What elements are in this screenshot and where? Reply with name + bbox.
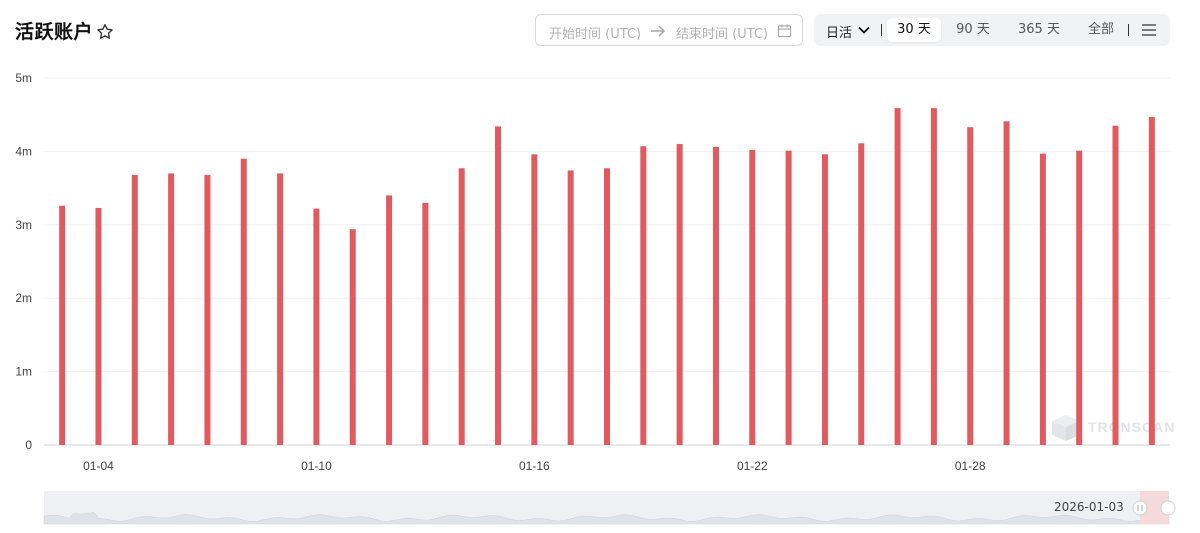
- bar-01-25[interactable]: [858, 143, 865, 446]
- x-axis-ticks: 01-04 01-10 01-16 01-22 01-28: [83, 459, 986, 473]
- bar-01-04[interactable]: [95, 207, 102, 445]
- bar-01-23[interactable]: [785, 150, 792, 445]
- x-tick-label: 01-10: [301, 459, 332, 473]
- bar-01-14[interactable]: [458, 168, 465, 446]
- bar-series: [59, 108, 1155, 446]
- bar-01-09[interactable]: [277, 173, 284, 446]
- bar-01-31[interactable]: [1076, 150, 1083, 445]
- bar-01-30[interactable]: [1039, 153, 1046, 446]
- bar-02-02[interactable]: [1148, 116, 1155, 445]
- bar-chart: 0 1m 2m 3m 4m 5m TRONSCAN 01-04 01-10 01-16 01-2…: [15, 71, 1176, 525]
- bar-01-15[interactable]: [495, 126, 502, 445]
- slider-handle-right[interactable]: [1160, 500, 1176, 516]
- bar-01-07[interactable]: [204, 174, 211, 445]
- bar-01-03[interactable]: [59, 205, 66, 445]
- bar-01-05[interactable]: [131, 174, 138, 445]
- x-tick-label: 01-22: [737, 459, 768, 473]
- bar-01-26[interactable]: [894, 108, 901, 446]
- x-tick-label: 01-04: [83, 459, 114, 473]
- y-tick-label: 2m: [15, 291, 32, 305]
- bar-01-08[interactable]: [240, 158, 247, 446]
- bar-01-19[interactable]: [640, 146, 647, 445]
- y-tick-label: 4m: [15, 144, 32, 158]
- watermark-text: TRONSCAN: [1088, 419, 1175, 435]
- bar-01-18[interactable]: [604, 168, 610, 446]
- bar-01-21[interactable]: [712, 146, 719, 445]
- bar-01-17[interactable]: [567, 170, 574, 445]
- slider-start-label: 2026-01-03: [1054, 500, 1124, 514]
- bar-02-01[interactable]: [1112, 125, 1119, 446]
- y-axis-ticks: 0 1m 2m 3m 4m 5m: [15, 71, 32, 452]
- x-tick-label: 01-28: [955, 459, 986, 473]
- bar-01-20[interactable]: [676, 144, 683, 445]
- zoom-slider[interactable]: [43, 491, 1176, 525]
- y-tick-label: 0: [25, 438, 32, 452]
- x-tick-label: 01-16: [519, 459, 550, 473]
- bar-01-10[interactable]: [313, 208, 320, 445]
- bar-01-06[interactable]: [168, 173, 175, 446]
- bar-01-24[interactable]: [821, 154, 828, 445]
- y-tick-label: 3m: [15, 218, 32, 232]
- bar-01-22[interactable]: [749, 149, 756, 445]
- pause-handle-icon[interactable]: [1132, 500, 1148, 516]
- bar-01-27[interactable]: [930, 108, 937, 446]
- bar-01-13[interactable]: [422, 202, 429, 445]
- bar-01-16[interactable]: [531, 154, 538, 445]
- y-tick-label: 5m: [15, 71, 32, 85]
- bar-01-11[interactable]: [349, 229, 356, 445]
- bar-01-12[interactable]: [386, 195, 393, 445]
- bar-01-29[interactable]: [1003, 121, 1010, 445]
- bar-01-28[interactable]: [967, 127, 974, 445]
- y-tick-label: 1m: [15, 365, 32, 379]
